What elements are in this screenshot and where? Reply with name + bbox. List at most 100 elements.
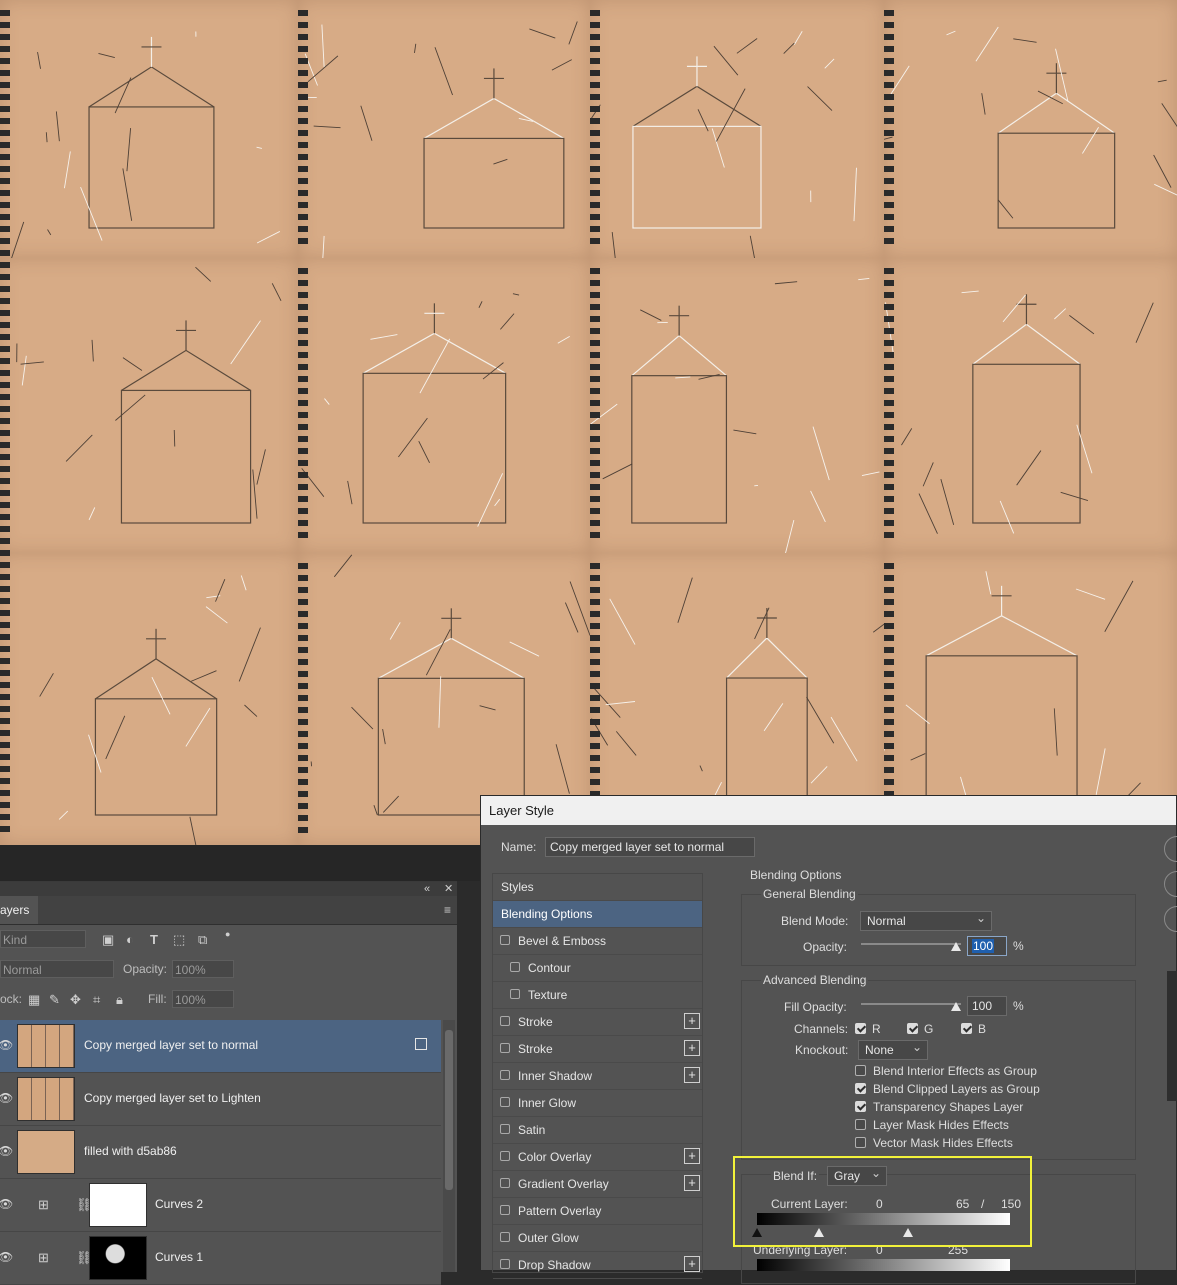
- style-item[interactable]: Satin: [493, 1117, 702, 1144]
- channel-checkbox[interactable]: [855, 1023, 866, 1034]
- visibility-eye-icon[interactable]: 👁︎: [0, 1038, 13, 1052]
- layer-thumbnail[interactable]: [89, 1183, 147, 1227]
- option-checkbox[interactable]: [855, 1119, 866, 1130]
- style-checkbox[interactable]: [500, 1232, 510, 1242]
- style-item[interactable]: Inner Shadow+: [493, 1063, 702, 1090]
- collapse-panel-icon[interactable]: «: [424, 882, 430, 896]
- channel-checkbox[interactable]: [961, 1023, 972, 1034]
- layer-name[interactable]: filled with d5ab86: [84, 1144, 177, 1158]
- layer-row[interactable]: 👁︎⊞⛓︎Curves 2: [0, 1179, 441, 1232]
- sketch-stroke: [22, 356, 26, 386]
- curves-adjustment-icon[interactable]: ⊞: [38, 1250, 49, 1266]
- style-checkbox[interactable]: [510, 989, 520, 999]
- style-checkbox[interactable]: [500, 1124, 510, 1134]
- style-checkbox[interactable]: [500, 935, 510, 945]
- style-checkbox[interactable]: [500, 1178, 510, 1188]
- new-style-button[interactable]: [1164, 906, 1177, 932]
- channel-checkbox[interactable]: [907, 1023, 918, 1034]
- style-item[interactable]: Bevel & Emboss: [493, 928, 702, 955]
- add-style-instance-icon[interactable]: +: [684, 1040, 700, 1056]
- style-item[interactable]: Stroke+: [493, 1009, 702, 1036]
- style-item[interactable]: Inner Glow: [493, 1090, 702, 1117]
- visibility-eye-icon[interactable]: 👁︎: [0, 1091, 13, 1105]
- layer-name-input[interactable]: Copy merged layer set to normal: [545, 837, 755, 857]
- style-item[interactable]: Texture: [493, 982, 702, 1009]
- style-item[interactable]: Blending Options: [493, 901, 702, 928]
- style-item[interactable]: Outer Glow: [493, 1225, 702, 1252]
- style-item[interactable]: Contour: [493, 955, 702, 982]
- visibility-eye-icon[interactable]: 👁︎: [0, 1250, 13, 1264]
- lock-artboard-icon[interactable]: ⌗: [93, 992, 100, 1008]
- style-checkbox[interactable]: [500, 1016, 510, 1026]
- style-checkbox[interactable]: [510, 962, 520, 972]
- lock-paint-icon[interactable]: ✎: [49, 992, 60, 1008]
- close-panel-icon[interactable]: ✕: [444, 882, 453, 896]
- layer-row[interactable]: 👁︎ filled with d5ab86: [0, 1126, 441, 1179]
- style-checkbox[interactable]: [500, 1043, 510, 1053]
- option-checkbox[interactable]: [855, 1137, 866, 1148]
- style-checkbox[interactable]: [500, 1070, 510, 1080]
- layer-thumbnail[interactable]: [17, 1024, 75, 1068]
- lock-transparent-icon[interactable]: ▦: [28, 992, 40, 1008]
- filter-type-icon[interactable]: T: [150, 932, 158, 947]
- add-style-instance-icon[interactable]: +: [684, 1013, 700, 1029]
- document-canvas[interactable]: [0, 0, 1177, 845]
- layer-thumbnail[interactable]: [89, 1236, 147, 1280]
- filter-pixel-icon[interactable]: ▣: [102, 932, 114, 948]
- layers-scrollbar[interactable]: [443, 1020, 455, 1272]
- filter-smart-object-icon[interactable]: ⧉: [198, 932, 207, 948]
- layer-name[interactable]: Copy merged layer set to normal: [84, 1038, 258, 1052]
- style-checkbox[interactable]: [500, 1151, 510, 1161]
- style-item[interactable]: Drop Shadow+: [493, 1252, 702, 1279]
- opacity-slider[interactable]: [861, 943, 961, 945]
- layer-thumbnail[interactable]: [17, 1130, 75, 1174]
- filter-toggle-icon[interactable]: ●: [225, 929, 230, 939]
- opacity-percent: %: [1013, 939, 1024, 953]
- option-checkbox[interactable]: [855, 1065, 866, 1076]
- add-style-instance-icon[interactable]: +: [684, 1256, 700, 1272]
- add-style-instance-icon[interactable]: +: [684, 1148, 700, 1164]
- style-checkbox[interactable]: [500, 1259, 510, 1269]
- scrollbar-thumb[interactable]: [445, 1030, 453, 1190]
- fill-opacity-input[interactable]: 100: [967, 996, 1007, 1016]
- visibility-eye-icon[interactable]: 👁︎: [0, 1197, 13, 1211]
- style-checkbox[interactable]: [500, 1205, 510, 1215]
- curves-adjustment-icon[interactable]: ⊞: [38, 1197, 49, 1213]
- filter-shape-icon[interactable]: ⬚: [173, 932, 185, 948]
- add-style-instance-icon[interactable]: +: [684, 1067, 700, 1083]
- layer-row[interactable]: 👁︎⊞⛓︎Curves 1: [0, 1232, 441, 1285]
- layer-row[interactable]: 👁︎ Copy merged layer set to Lighten: [0, 1073, 441, 1126]
- filter-kind-select[interactable]: Kind: [0, 930, 86, 948]
- style-item[interactable]: Pattern Overlay: [493, 1198, 702, 1225]
- fill-opacity-slider[interactable]: [861, 1003, 961, 1005]
- layer-row[interactable]: 👁︎ Copy merged layer set to normal: [0, 1020, 441, 1073]
- layer-name[interactable]: Curves 2: [155, 1197, 203, 1211]
- blend-mode-select[interactable]: Normal: [0, 960, 114, 978]
- filter-adjustment-icon[interactable]: ◐: [126, 932, 134, 947]
- cancel-button[interactable]: [1164, 871, 1177, 897]
- style-checkbox[interactable]: [500, 1097, 510, 1107]
- opacity-input[interactable]: 100%: [172, 960, 234, 978]
- layer-thumbnail[interactable]: [17, 1077, 75, 1121]
- underlying-layer-gradient[interactable]: [757, 1259, 1010, 1271]
- lock-position-icon[interactable]: ✥: [70, 992, 81, 1008]
- fill-opacity-slider-knob[interactable]: [951, 1002, 961, 1011]
- option-checkbox[interactable]: [855, 1101, 866, 1112]
- add-style-instance-icon[interactable]: +: [684, 1175, 700, 1191]
- lock-all-icon[interactable]: 🔒︎: [116, 992, 123, 1008]
- panel-menu-icon[interactable]: ≡: [444, 903, 451, 917]
- blend-mode-dropdown[interactable]: Normal: [860, 911, 992, 931]
- style-item[interactable]: Gradient Overlay+: [493, 1171, 702, 1198]
- option-checkbox[interactable]: [855, 1083, 866, 1094]
- style-item[interactable]: Color Overlay+: [493, 1144, 702, 1171]
- tab-layers[interactable]: ayers: [0, 896, 38, 924]
- fill-input[interactable]: 100%: [172, 990, 234, 1008]
- opacity-slider-knob[interactable]: [951, 942, 961, 951]
- layer-name[interactable]: Curves 1: [155, 1250, 203, 1264]
- style-item[interactable]: Stroke+: [493, 1036, 702, 1063]
- knockout-dropdown[interactable]: None: [858, 1040, 928, 1060]
- opacity-input[interactable]: 100: [967, 936, 1007, 956]
- visibility-eye-icon[interactable]: 👁︎: [0, 1144, 13, 1158]
- layer-name[interactable]: Copy merged layer set to Lighten: [84, 1091, 261, 1105]
- style-item[interactable]: Styles: [493, 874, 702, 901]
